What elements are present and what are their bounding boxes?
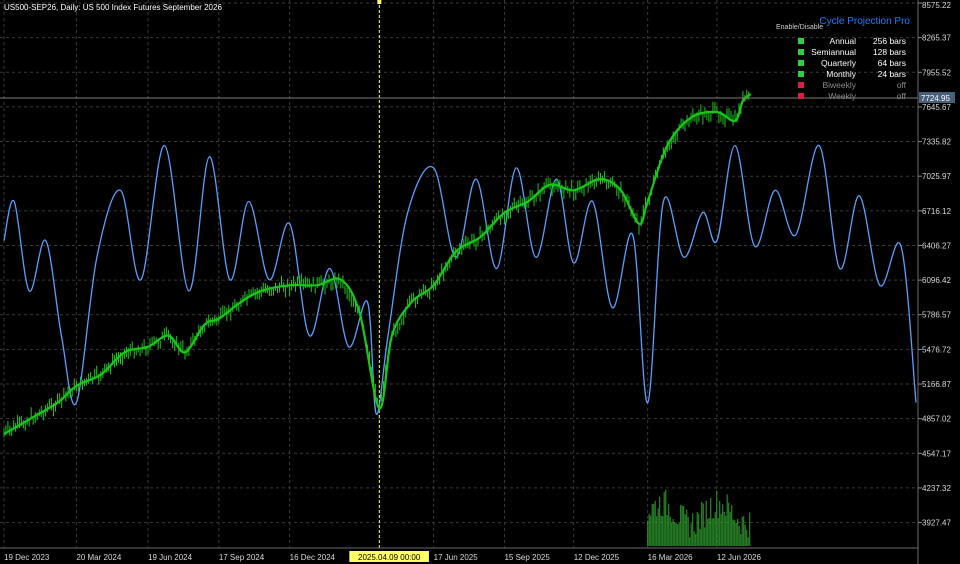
- y-tick-label: 4857.02: [922, 415, 951, 424]
- x-tick-label: 12 Jun 2026: [717, 553, 762, 562]
- y-tick-label: 8575.22: [922, 1, 951, 10]
- cycle-toggle[interactable]: [798, 93, 804, 99]
- cycle-name: Monthly: [826, 69, 856, 79]
- y-tick-label: 6096.42: [922, 276, 951, 285]
- cycle-toggle[interactable]: [798, 82, 804, 88]
- cycle-toggle[interactable]: [798, 49, 804, 55]
- y-tick-label: 7335.82: [922, 138, 951, 147]
- x-tick-label: 19 Dec 2023: [4, 553, 50, 562]
- current-price-label: 7724.95: [921, 94, 950, 103]
- cycle-projection-layer: [3, 144, 917, 415]
- y-tick-label: 5166.87: [922, 380, 951, 389]
- y-tick-label: 7025.97: [922, 172, 951, 181]
- date-marker-layer: [377, 0, 382, 548]
- price-line: [3, 93, 752, 435]
- cycle-name: Biweekly: [822, 80, 856, 90]
- y-tick-label: 8265.37: [922, 34, 951, 43]
- cycle-row-biweekly[interactable]: Biweekly off: [772, 80, 914, 91]
- y-tick-label: 5786.57: [922, 311, 951, 320]
- cycle-projection-panel: Cycle Projection Pro Enable/Disable Annu…: [772, 14, 914, 104]
- cycle-value: off: [896, 91, 906, 101]
- volume-bars: [647, 489, 751, 546]
- cycle-row-semiannual[interactable]: Semiannual 128 bars: [772, 47, 914, 58]
- cycle-row-weekly[interactable]: Weekly off: [772, 91, 914, 102]
- cycle-row-annual[interactable]: Annual 256 bars: [772, 36, 914, 47]
- date-marker-handle: [377, 0, 382, 4]
- y-tick-label: 6406.27: [922, 241, 951, 250]
- x-tick-label: 17 Jun 2025: [434, 553, 479, 562]
- x-tick-label: 20 Mar 2024: [76, 553, 121, 562]
- y-tick-label: 5476.72: [922, 345, 951, 354]
- cycle-name: Quarterly: [821, 58, 856, 68]
- cycle-name: Semiannual: [811, 47, 856, 57]
- x-tick-label: 17 Sep 2024: [219, 553, 265, 562]
- y-tick-label: 4547.17: [922, 449, 951, 458]
- cycle-projection-line: [3, 144, 917, 415]
- y-tick-label: 7645.67: [922, 103, 951, 112]
- cycle-name: Weekly: [828, 91, 856, 101]
- y-tick-label: 7955.52: [922, 68, 951, 77]
- x-tick-label: 12 Dec 2025: [574, 553, 620, 562]
- x-tick-label: 16 Dec 2024: [290, 553, 336, 562]
- cycle-toggle[interactable]: [798, 60, 804, 66]
- cycle-toggle[interactable]: [798, 71, 804, 77]
- x-tick-label: 15 Sep 2025: [504, 553, 550, 562]
- x-tick-label: 19 Jun 2024: [148, 553, 193, 562]
- cycle-value: 128 bars: [872, 47, 906, 57]
- cycle-value: off: [896, 80, 906, 90]
- panel-title: Cycle Projection Pro: [819, 16, 910, 27]
- cycle-row-quarterly[interactable]: Quarterly 64 bars: [772, 58, 914, 69]
- y-tick-label: 3927.47: [922, 519, 951, 528]
- y-tick-label: 4237.32: [922, 484, 951, 493]
- panel-subtitle[interactable]: Enable/Disable: [776, 24, 823, 31]
- volume-histogram: [647, 489, 751, 546]
- cycle-value: 24 bars: [877, 69, 906, 79]
- cycle-row-monthly[interactable]: Monthly 24 bars: [772, 69, 914, 80]
- x-tick-label: 2025.04.09 00:00: [358, 553, 421, 562]
- cycle-name: Annual: [829, 36, 856, 46]
- x-tick-label: 16 Mar 2026: [648, 553, 693, 562]
- cycle-toggle[interactable]: [798, 38, 804, 44]
- cycle-value: 256 bars: [872, 36, 906, 46]
- y-tick-label: 6716.12: [922, 207, 951, 216]
- cycle-value: 64 bars: [877, 58, 906, 68]
- chart-title: US500-SEP26, Daily: US 500 Index Futures…: [4, 3, 222, 12]
